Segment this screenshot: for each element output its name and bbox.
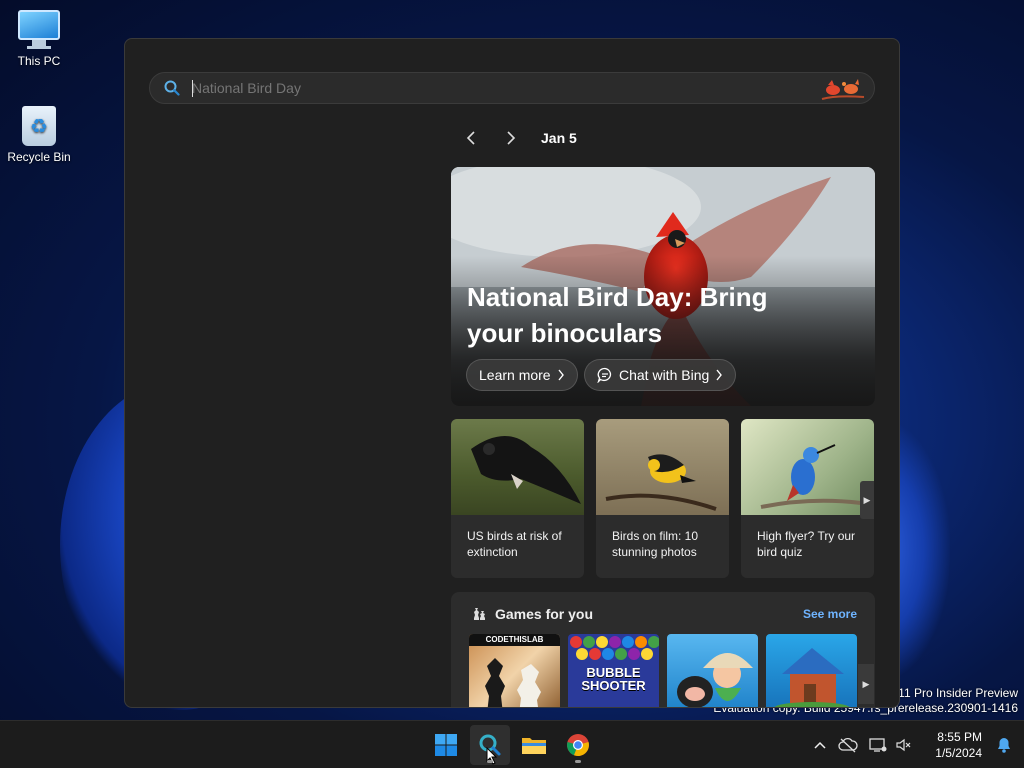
cloud-offline-icon — [838, 737, 858, 753]
chevron-right-icon — [507, 131, 516, 145]
search-taskbar-button[interactable] — [470, 725, 510, 765]
folder-icon — [522, 738, 546, 754]
clock-time: 8:55 PM — [937, 730, 982, 744]
desktop-icon-recycle-bin[interactable]: Recycle Bin — [1, 106, 77, 164]
game-tile-farm[interactable] — [667, 634, 758, 707]
current-date: Jan 5 — [541, 130, 577, 146]
triangle-right-icon: ▶ — [862, 678, 870, 689]
desktop-icon-this-pc[interactable]: This PC — [1, 10, 77, 68]
chrome-button[interactable] — [558, 725, 598, 765]
story-cards: US birds at risk of extinction Birds on … — [451, 419, 874, 578]
previous-day-button[interactable] — [455, 127, 487, 149]
chrome-icon — [567, 734, 589, 757]
start-button[interactable] — [426, 725, 466, 765]
story-card-title: Birds on film: 10 stunning photos — [612, 529, 699, 559]
story-card-title: US birds at risk of extinction — [467, 529, 562, 559]
network-icon — [869, 738, 887, 752]
volume-button[interactable] — [892, 737, 914, 753]
chat-with-bing-button[interactable]: Chat with Bing — [584, 359, 737, 391]
story-card-title: High flyer? Try our bird quiz — [757, 529, 856, 559]
cards-scroll-right-button[interactable]: ▶ — [860, 481, 874, 519]
game-tiles: CODETHISLAB BUBBLE SHOOTER — [469, 634, 857, 707]
search-box[interactable] — [149, 72, 875, 104]
file-explorer-button[interactable] — [514, 725, 554, 765]
search-input[interactable] — [192, 77, 792, 99]
bell-icon — [998, 738, 1010, 753]
chat-bubble-icon — [597, 367, 612, 383]
triangle-right-icon: ▶ — [863, 494, 871, 505]
windows-logo-icon — [435, 734, 457, 756]
notifications-button[interactable] — [996, 737, 1012, 758]
chess-pieces-icon — [474, 608, 485, 620]
recycle-bin-icon — [17, 106, 61, 146]
watermark-line-1: s 11 Pro Insider Preview — [888, 686, 1018, 700]
games-title: Games for you — [495, 606, 594, 622]
vulture-photo — [451, 419, 584, 515]
hero-card[interactable]: National Bird Day: Bring your binoculars… — [451, 167, 875, 406]
chevron-left-icon — [466, 131, 475, 145]
story-card[interactable]: Birds on film: 10 stunning photos — [596, 419, 729, 578]
network-button[interactable] — [864, 737, 892, 753]
game-tile-house[interactable] — [766, 634, 857, 707]
clock-date: 1/5/2024 — [935, 746, 982, 760]
desktop-icon-label: Recycle Bin — [7, 150, 71, 164]
system-tray — [808, 721, 914, 768]
chat-with-bing-label: Chat with Bing — [619, 367, 710, 383]
story-card[interactable]: High flyer? Try our bird quiz — [741, 419, 874, 578]
onedrive-button[interactable] — [832, 737, 864, 753]
this-pc-icon — [17, 10, 61, 50]
date-navigation: Jan 5 — [455, 127, 577, 149]
hero-title[interactable]: National Bird Day: Bring your binoculars — [467, 279, 797, 351]
learn-more-label: Learn more — [479, 367, 551, 383]
search-panel: Jan 5 National Bird Day: Bring your bino… — [124, 38, 900, 708]
speaker-muted-icon — [896, 738, 911, 752]
text-caret — [192, 80, 193, 97]
desktop-icon-label: This PC — [17, 54, 61, 68]
cardinal-birds-icon — [821, 79, 865, 100]
taskbar: 8:55 PM 1/5/2024 — [0, 720, 1024, 768]
chevron-right-icon — [716, 369, 723, 381]
games-header: Games for you — [471, 606, 593, 622]
game-tile-label: BUBBLE SHOOTER — [581, 665, 646, 693]
chevron-up-icon — [814, 741, 826, 749]
games-scroll-right-button[interactable]: ▶ — [858, 664, 874, 704]
game-tile-chess[interactable]: CODETHISLAB — [469, 634, 560, 707]
clock[interactable]: 8:55 PM 1/5/2024 — [935, 729, 982, 761]
search-icon — [164, 80, 180, 96]
next-day-button[interactable] — [495, 127, 527, 149]
chevron-right-icon — [558, 369, 564, 381]
game-tile-bubble-shooter[interactable]: BUBBLE SHOOTER — [568, 634, 659, 707]
game-tile-label: CODETHISLAB — [469, 634, 560, 646]
goldfinch-photo — [596, 419, 729, 515]
show-hidden-icons-button[interactable] — [808, 741, 832, 749]
see-more-link[interactable]: See more — [803, 607, 857, 621]
learn-more-button[interactable]: Learn more — [466, 359, 578, 391]
games-section: Games for you See more CODETHISLAB BUBBL… — [451, 592, 875, 707]
hummingbird-photo — [741, 419, 874, 515]
story-card[interactable]: US birds at risk of extinction — [451, 419, 584, 578]
